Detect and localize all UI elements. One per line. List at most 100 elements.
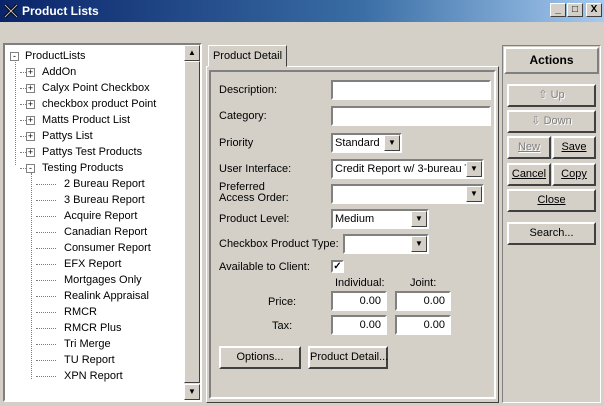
tree-child-label: RMCR Plus: [64, 322, 122, 334]
cancel-button-label: Cancel: [511, 168, 547, 180]
expand-icon[interactable]: +: [26, 68, 35, 77]
checkbox-product-type-select[interactable]: ▼: [343, 234, 429, 254]
tree-scrollbar[interactable]: ▲ ▼: [184, 45, 200, 400]
chevron-down-icon[interactable]: ▼: [384, 135, 400, 151]
user-interface-label: User Interface:: [219, 163, 292, 175]
chevron-down-icon[interactable]: ▼: [466, 186, 482, 202]
tree-guide-line: [36, 344, 56, 345]
tree-guide-line: [36, 184, 56, 185]
available-to-client-checkbox[interactable]: ✓: [331, 260, 344, 273]
tree-child-label: 2 Bureau Report: [64, 178, 145, 190]
tax-individual-input[interactable]: 0.00: [331, 315, 387, 335]
tree-guide-line: [36, 216, 56, 217]
scroll-up-arrow-icon[interactable]: ▲: [184, 45, 200, 61]
tree-child-label: 3 Bureau Report: [64, 194, 145, 206]
description-input[interactable]: [331, 80, 491, 100]
checkbox-product-type-label: Checkbox Product Type:: [219, 238, 339, 250]
category-input[interactable]: [331, 106, 491, 126]
down-button-label: Down: [543, 115, 572, 127]
tree-child-label: Consumer Report: [64, 242, 151, 254]
title-bar[interactable]: Product Lists _ □ X: [0, 0, 604, 22]
tree-node-label: Matts Product List: [42, 114, 131, 126]
tree-child-label: TU Report: [64, 354, 115, 366]
tree-guide-line: [36, 360, 56, 361]
preferred-access-order-select[interactable]: ▼: [331, 184, 484, 204]
new-button[interactable]: New: [507, 136, 551, 159]
individual-column-label: Individual:: [335, 277, 385, 289]
up-button-label: Up: [550, 89, 565, 101]
tree-node-label: AddOn: [42, 66, 77, 78]
down-button[interactable]: ⇩ Down: [507, 110, 596, 133]
priority-value: Standard: [335, 137, 380, 149]
new-button-label: New: [517, 141, 540, 153]
access-order-label: Access Order:: [219, 192, 289, 204]
tree-child-label: Mortgages Only: [64, 274, 142, 286]
price-individual-input[interactable]: 0.00: [331, 291, 387, 311]
down-arrow-icon: ⇩: [531, 115, 541, 127]
tree-guide-line: [36, 296, 56, 297]
chevron-down-icon[interactable]: ▼: [411, 211, 427, 227]
tree-child-label: RMCR: [64, 306, 97, 318]
save-button-label: Save: [561, 141, 587, 153]
tree-guide-line: [31, 173, 32, 379]
tree-node-label: checkbox product Point: [42, 98, 157, 110]
expand-icon[interactable]: +: [26, 132, 35, 141]
maximize-button[interactable]: □: [567, 3, 583, 17]
tree-guide-line: [36, 232, 56, 233]
copy-button[interactable]: Copy: [552, 163, 596, 186]
expand-icon[interactable]: +: [26, 100, 35, 109]
options-button[interactable]: Options...: [219, 346, 301, 369]
window-title: Product Lists: [22, 4, 99, 18]
collapse-icon[interactable]: -: [26, 164, 35, 173]
up-button[interactable]: ⇧ Up: [507, 84, 596, 107]
tree-node-label: Testing Products: [42, 162, 124, 174]
expand-icon[interactable]: +: [26, 116, 35, 125]
actions-header: Actions: [504, 47, 599, 74]
tree-guide-line: [36, 248, 56, 249]
tree-guide-line: [36, 264, 56, 265]
tree-guide-line: [36, 280, 56, 281]
tree-guide-line: [36, 312, 56, 313]
minimize-button[interactable]: _: [550, 3, 566, 17]
tree-child-label: Realink Appraisal: [64, 290, 149, 302]
tree-child-label: XPN Report: [64, 370, 123, 382]
tree-child-label: Acquire Report: [64, 210, 138, 222]
close-button[interactable]: X: [586, 3, 602, 17]
tree-guide-line: [36, 376, 56, 377]
tax-joint-input[interactable]: 0.00: [395, 315, 451, 335]
cancel-button[interactable]: Cancel: [507, 163, 551, 186]
search-button[interactable]: Search...: [507, 222, 596, 245]
tree-child-label: Tri Merge: [64, 338, 111, 350]
tree-guide-line: [15, 59, 16, 165]
search-button-label: Search...: [529, 227, 574, 239]
chevron-down-icon[interactable]: ▼: [411, 236, 427, 252]
tree-guide-line: [36, 328, 56, 329]
expand-icon[interactable]: +: [26, 84, 35, 93]
price-label: Price:: [268, 296, 297, 308]
save-button[interactable]: Save: [552, 136, 596, 159]
tab-product-detail[interactable]: Product Detail: [208, 45, 287, 67]
app-icon: [3, 3, 19, 19]
tree-root-label: ProductLists: [25, 50, 86, 62]
tree-child-label: EFX Report: [64, 258, 122, 270]
scroll-down-arrow-icon[interactable]: ▼: [184, 384, 200, 400]
product-level-value: Medium: [335, 213, 375, 225]
chevron-down-icon[interactable]: ▼: [466, 161, 482, 177]
tree-node-label: Pattys List: [42, 130, 93, 142]
product-level-label: Product Level:: [219, 213, 290, 225]
priority-select[interactable]: Standard ▼: [331, 133, 402, 153]
close-action-button[interactable]: Close: [507, 189, 596, 212]
tree-node-label: Calyx Point Checkbox: [42, 82, 150, 94]
product-level-select[interactable]: Medium ▼: [331, 209, 429, 229]
expand-icon[interactable]: +: [26, 148, 35, 157]
scroll-thumb[interactable]: [184, 61, 200, 383]
tax-label: Tax:: [272, 320, 293, 332]
price-joint-input[interactable]: 0.00: [395, 291, 451, 311]
product-lists-window: Product Lists _ □ X - ProductLists + AddO…: [0, 0, 604, 406]
product-tree[interactable]: - ProductLists + AddOn + Calyx Point Checkb…: [3, 43, 202, 402]
product-detail-button[interactable]: Product Detail...: [308, 346, 388, 369]
up-arrow-icon: ⇧: [538, 89, 548, 101]
description-label: Description:: [219, 84, 278, 96]
collapse-icon[interactable]: -: [10, 52, 19, 61]
user-interface-select[interactable]: Credit Report w/ 3-bureau T ▼: [331, 159, 484, 179]
